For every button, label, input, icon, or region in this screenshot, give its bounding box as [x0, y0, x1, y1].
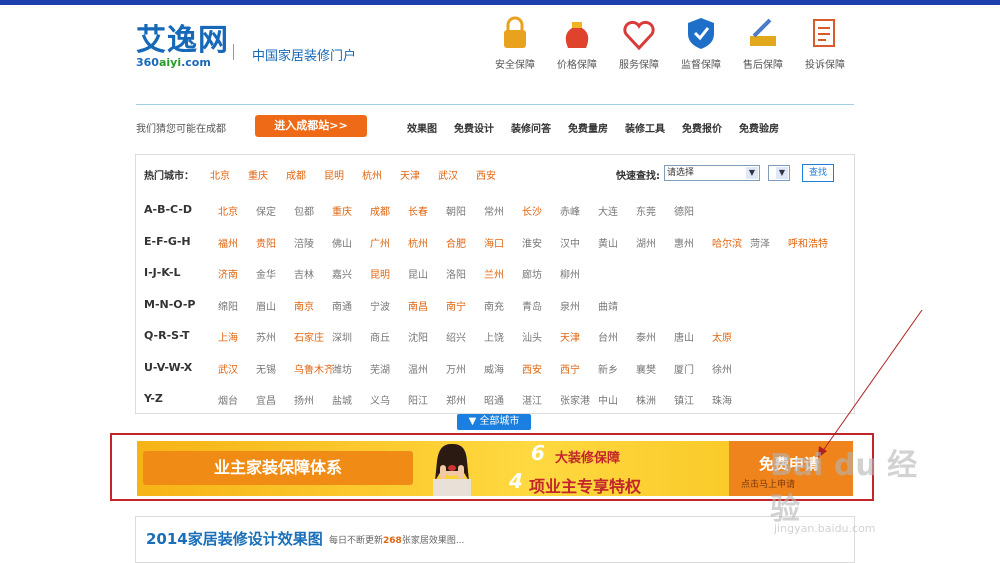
section-subtitle: 每日不断更新268张家居效果图...: [329, 536, 465, 546]
section-title[interactable]: 2014家居装修设计效果图: [146, 528, 323, 549]
watermark-sub: jingyan.baidu.com: [774, 522, 876, 535]
baidu-watermark: Bai du 经验 jingyan.baidu.com: [770, 440, 940, 535]
watermark-main: Bai du 经验: [770, 448, 918, 527]
